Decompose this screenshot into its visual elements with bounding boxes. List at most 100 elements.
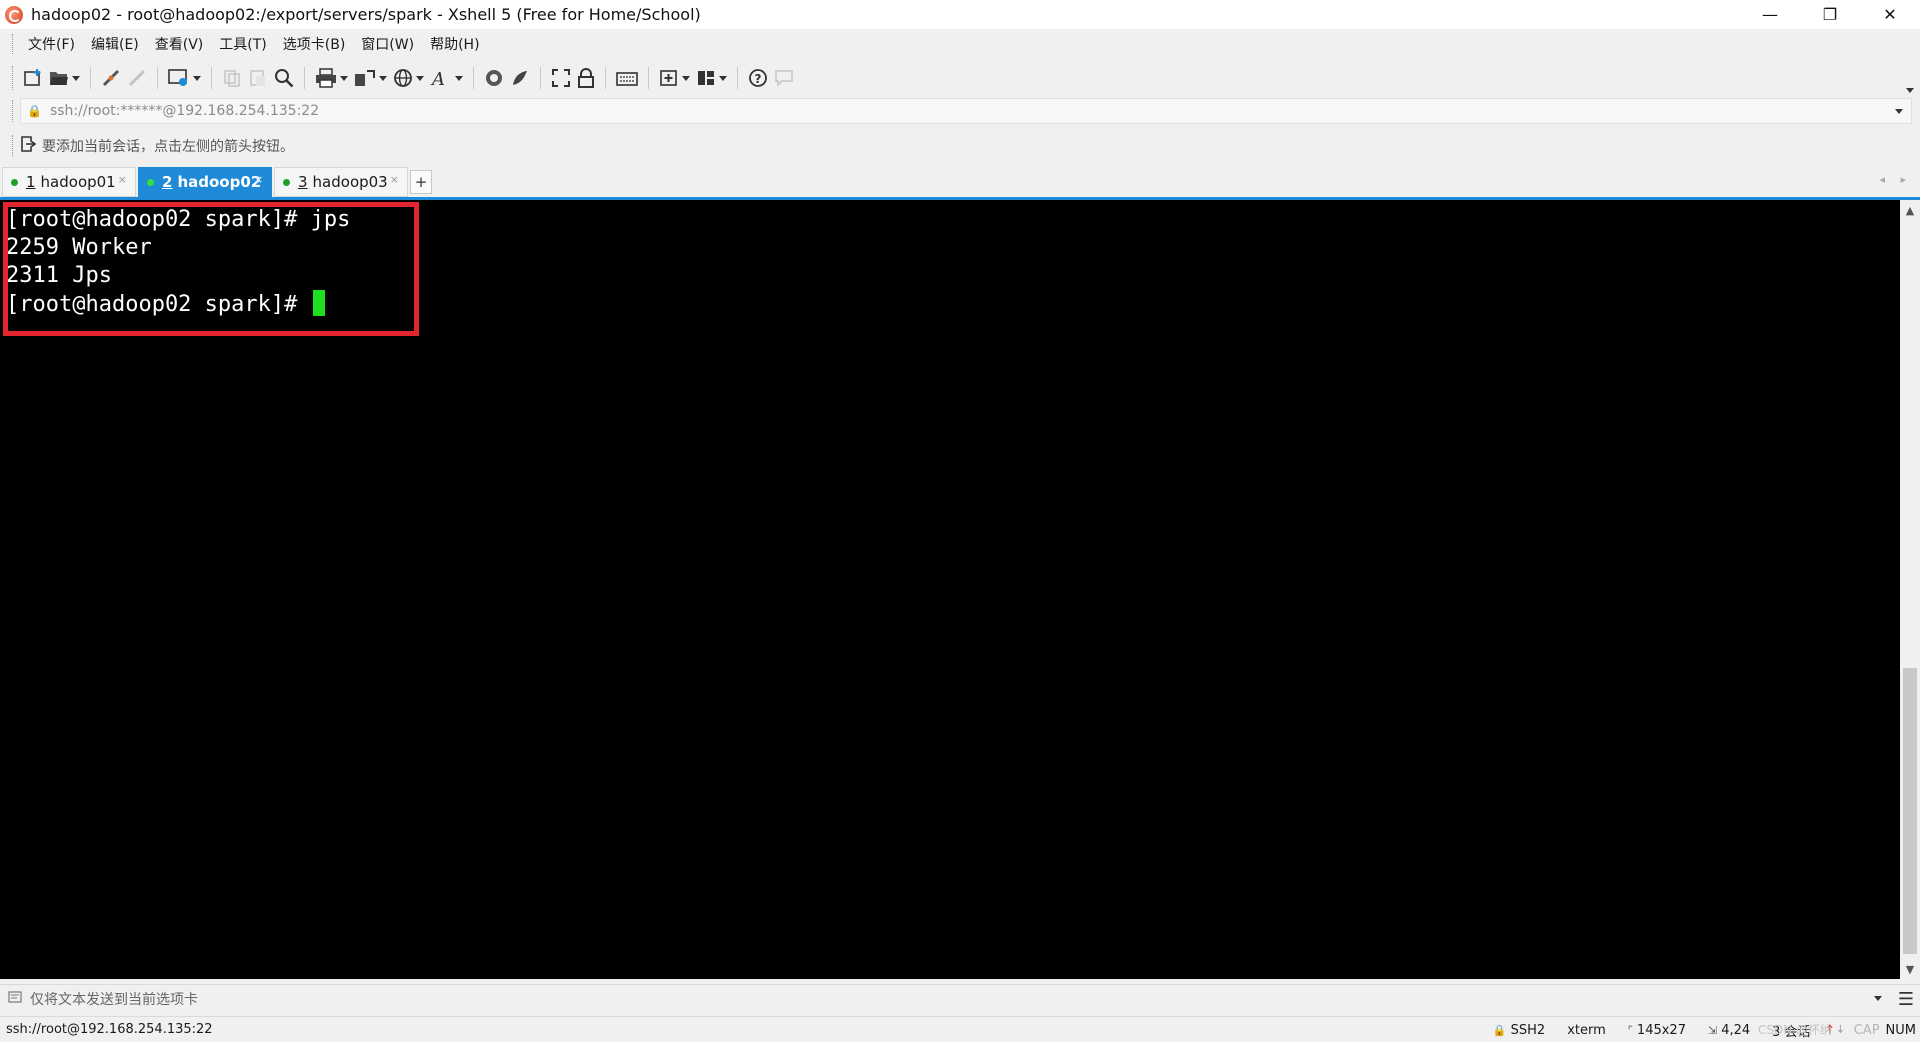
window-controls: — ❐ ✕: [1740, 0, 1920, 29]
watermark: CSDN @怀纳: [1757, 1023, 1832, 1037]
address-value: ssh://root:******@192.168.254.135:22: [49, 103, 320, 119]
keyboard-icon[interactable]: [616, 64, 638, 92]
tab-scroll-arrows[interactable]: ◂ ▸: [1879, 173, 1912, 186]
menubar-grip[interactable]: [12, 34, 14, 54]
xftp-icon[interactable]: [484, 64, 504, 92]
menu-file[interactable]: 文件(F): [20, 34, 83, 54]
toolbar-separator: [540, 67, 541, 89]
hamburger-menu-icon[interactable]: ☰: [1898, 989, 1914, 1010]
scroll-down-icon[interactable]: ▼: [1900, 959, 1920, 979]
open-folder-icon[interactable]: [49, 64, 80, 92]
tab-close-icon[interactable]: ×: [254, 173, 263, 186]
disconnect-icon[interactable]: [127, 64, 147, 92]
status-cursor-text: 4,24: [1721, 1022, 1751, 1038]
paste-icon[interactable]: [248, 64, 268, 92]
compose-placeholder: 仅将文本发送到当前选项卡: [30, 991, 198, 1008]
find-icon[interactable]: [274, 64, 294, 92]
globe-icon[interactable]: [393, 64, 424, 92]
cursor-pos-icon: ⇲: [1707, 1023, 1718, 1037]
status-connection: ssh://root@192.168.254.135:22: [6, 1022, 213, 1037]
menu-help[interactable]: 帮助(H): [422, 34, 487, 54]
toolbar-separator: [605, 67, 606, 89]
scroll-up-icon[interactable]: ▲: [1900, 200, 1920, 220]
hintbar-grip[interactable]: [12, 135, 14, 157]
size-icon: ⌜: [1627, 1023, 1633, 1037]
tab-hadoop03[interactable]: 3 hadoop03 ×: [274, 167, 408, 197]
menu-edit[interactable]: 编辑(E): [83, 34, 147, 54]
tab-hadoop01[interactable]: 1 hadoop01 ×: [2, 167, 136, 197]
restore-button[interactable]: ❐: [1800, 0, 1860, 29]
add-tab-button[interactable]: +: [410, 170, 432, 194]
compose-dropdown-icon[interactable]: [1874, 996, 1882, 1001]
toolbar-separator: [90, 67, 91, 89]
status-caps: CAP: [1853, 1022, 1880, 1038]
toolbar-separator: [473, 67, 474, 89]
toolbar-separator: [211, 67, 212, 89]
chat-icon[interactable]: [774, 64, 794, 92]
toolbar-separator: [648, 67, 649, 89]
transfer-icon[interactable]: [354, 64, 387, 92]
menu-tools[interactable]: 工具(T): [211, 34, 274, 54]
print-icon[interactable]: [315, 64, 348, 92]
minimize-button[interactable]: —: [1740, 0, 1800, 29]
address-input[interactable]: 🔒 ssh://root:******@192.168.254.135:22: [20, 98, 1912, 124]
new-session-icon[interactable]: [23, 64, 43, 92]
tab-number: 1: [26, 173, 36, 191]
session-settings-icon[interactable]: [168, 64, 201, 92]
status-size-text: 145x27: [1636, 1022, 1686, 1038]
font-icon[interactable]: A: [430, 64, 463, 92]
address-bar: 🔒 ssh://root:******@192.168.254.135:22: [0, 97, 1920, 125]
tab-number: 3: [298, 173, 308, 191]
svg-text:A: A: [430, 69, 445, 88]
scrollbar-thumb[interactable]: [1903, 668, 1917, 954]
connected-status-icon: [283, 178, 290, 186]
fullscreen-icon[interactable]: [551, 64, 571, 92]
layout-icon[interactable]: [696, 64, 727, 92]
status-num: NUM: [1885, 1022, 1916, 1038]
download-arrow-icon: 🠇: [1837, 1021, 1844, 1036]
xshell-app-icon[interactable]: [5, 5, 23, 24]
status-protocol-text: SSH2: [1510, 1022, 1546, 1038]
tab-number: 2: [162, 173, 173, 191]
xmanager-icon[interactable]: [510, 64, 530, 92]
highlight-annotation-box: [3, 202, 419, 336]
menu-tab[interactable]: 选项卡(B): [275, 34, 354, 54]
window-title: hadoop02 - root@hadoop02:/export/servers…: [31, 5, 701, 24]
tab-bar: 1 hadoop01 × 2 hadoop02 × 3 hadoop03 × +…: [0, 167, 1920, 197]
connected-status-icon: [147, 178, 154, 186]
copy-icon[interactable]: [222, 64, 242, 92]
addressbar-grip[interactable]: [12, 100, 14, 122]
status-terminal-type: xterm: [1567, 1022, 1606, 1038]
session-hint-bar: 要添加当前会话，点击左侧的箭头按钮。: [0, 131, 1920, 161]
menu-view[interactable]: 查看(V): [147, 34, 212, 54]
lock-icon: 🔒: [1492, 1023, 1507, 1037]
compose-bar[interactable]: 仅将文本发送到当前选项卡 ☰: [0, 984, 1920, 1012]
toolbar-overflow-icon[interactable]: [1906, 88, 1914, 93]
help-icon[interactable]: ?: [748, 64, 768, 92]
svg-text:?: ?: [755, 72, 762, 86]
close-window-button[interactable]: ✕: [1860, 0, 1920, 29]
tab-label: hadoop02: [177, 173, 262, 191]
toolbar-separator: [304, 67, 305, 89]
toolbar: A ?: [0, 59, 1920, 97]
tab-close-icon[interactable]: ×: [118, 173, 127, 186]
toolbar-separator: [157, 67, 158, 89]
lock-icon[interactable]: [577, 64, 595, 92]
toolbar-grip[interactable]: [12, 66, 14, 90]
tab-label: hadoop03: [312, 173, 388, 191]
connected-status-icon: [11, 178, 18, 186]
tab-close-icon[interactable]: ×: [390, 173, 399, 186]
menu-window[interactable]: 窗口(W): [353, 34, 422, 54]
status-size: ⌜ 145x27: [1628, 1023, 1686, 1038]
status-bar: ssh://root@192.168.254.135:22 🔒 SSH2 xter…: [0, 1016, 1920, 1042]
add-session-arrow-icon[interactable]: [20, 136, 37, 156]
status-right-group: 🔒 SSH2 xterm ⌜ 145x27 ⇲ 4,24 3 会话 🠅 🠇 CAP N…: [1471, 1017, 1916, 1042]
terminal-scrollbar[interactable]: ▲ ▼: [1900, 200, 1920, 979]
new-tab-icon[interactable]: [659, 64, 690, 92]
tab-hadoop02[interactable]: 2 hadoop02 ×: [138, 167, 272, 197]
address-dropdown-icon[interactable]: [1895, 109, 1903, 114]
status-protocol: 🔒 SSH2: [1493, 1023, 1545, 1038]
terminal-screen[interactable]: [root@hadoop02 spark]# jps 2259 Worker 2…: [0, 200, 1900, 979]
reconnect-icon[interactable]: [101, 64, 121, 92]
status-cursor: ⇲ 4,24: [1708, 1023, 1750, 1038]
